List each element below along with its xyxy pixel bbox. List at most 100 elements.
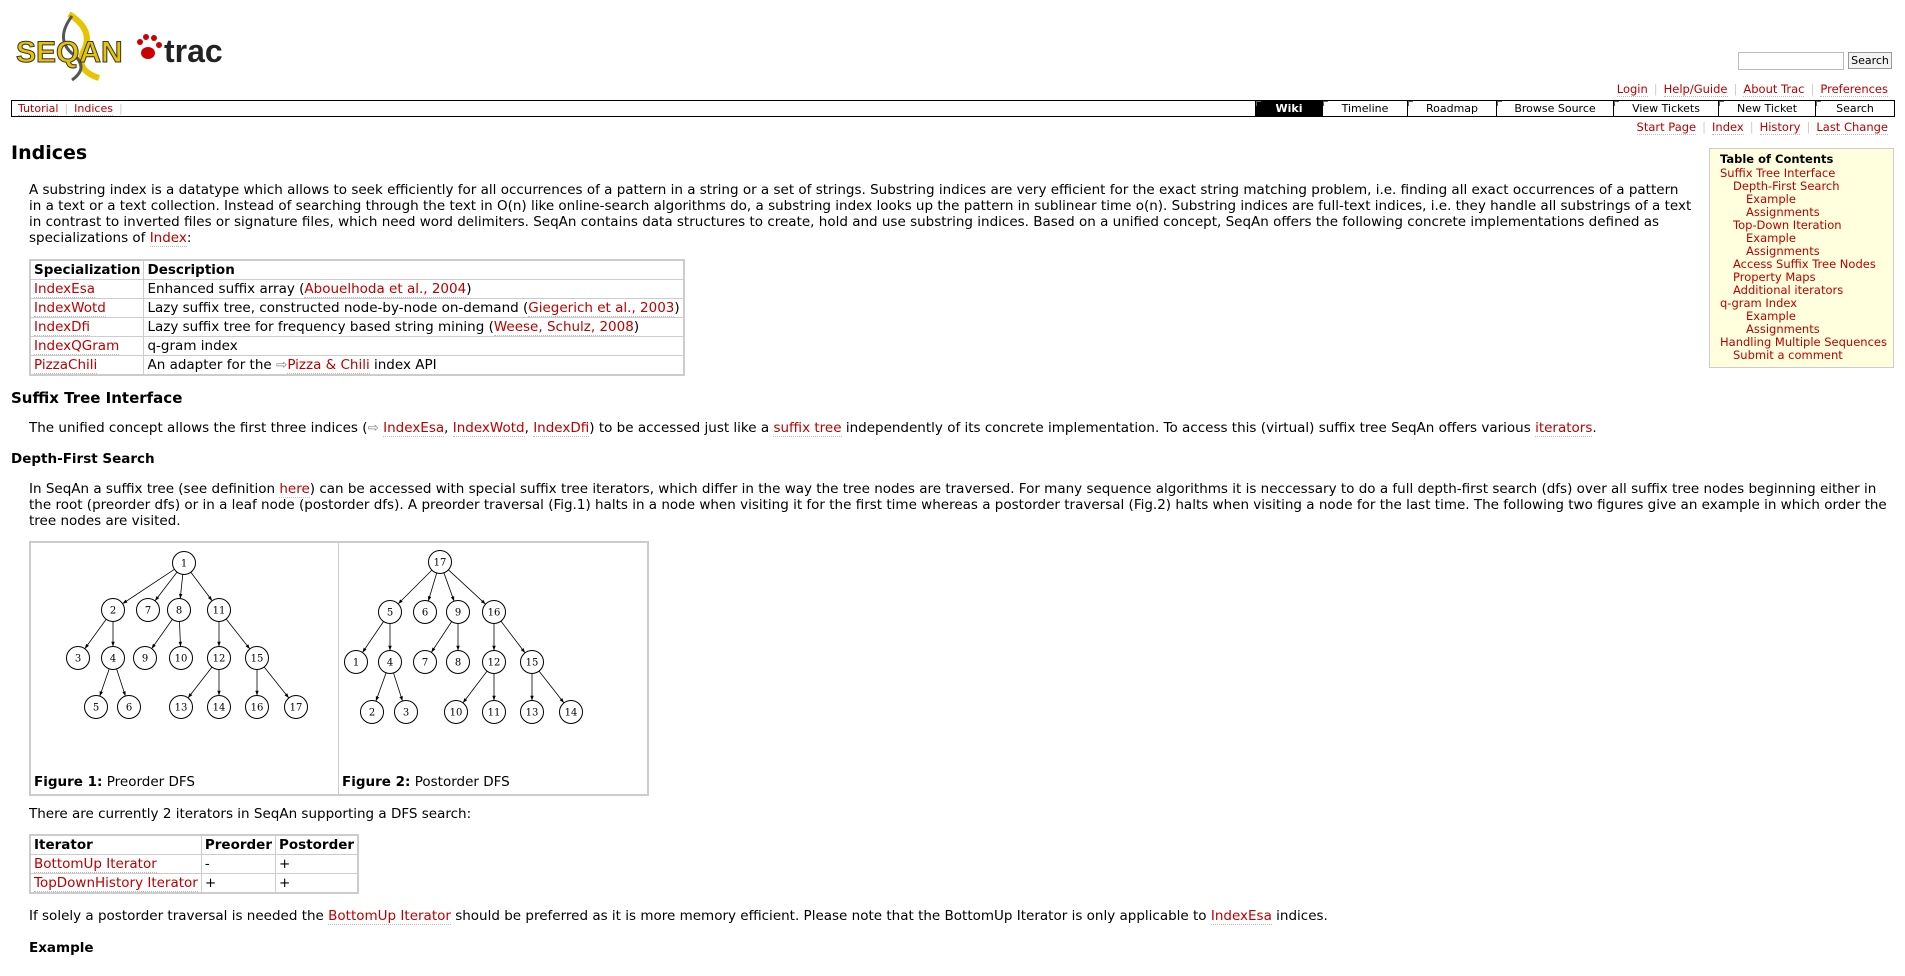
column-header: Specialization xyxy=(29,259,145,280)
tree-edge xyxy=(151,619,173,649)
figure-2-caption: Figure 2: Postorder DFS xyxy=(342,774,510,790)
search-input[interactable] xyxy=(1738,52,1844,70)
paragraph-text: independently of its concrete implementa… xyxy=(841,420,1536,436)
index-esa-link[interactable]: IndexEsa xyxy=(34,281,96,298)
description-text: Lazy suffix tree, constructed node-by-no… xyxy=(147,300,529,316)
svg-text:10: 10 xyxy=(175,654,188,665)
tree-node: 14 xyxy=(559,700,583,724)
table-row: IndexWotd Lazy suffix tree, constructed … xyxy=(29,298,685,318)
suffix-tree-heading: Suffix Tree Interface xyxy=(11,389,183,407)
bottomup-iterator-link[interactable]: BottomUp Iterator xyxy=(328,908,451,925)
preorder-cell: - xyxy=(200,854,276,874)
tree-node: 11 xyxy=(207,598,231,622)
tree-node: 17 xyxy=(428,550,452,574)
table-row: IndexQGram q-gram index xyxy=(29,336,685,356)
index-dfi-link[interactable]: IndexDfi xyxy=(533,420,590,437)
column-header: Description xyxy=(143,259,685,280)
preorder-cell: + xyxy=(200,873,276,894)
toc-item[interactable]: Submit a comment xyxy=(1733,349,1843,362)
iterators-link[interactable]: iterators xyxy=(1535,420,1593,437)
tab-search[interactable]: Search xyxy=(1815,101,1894,116)
tree-node: 5 xyxy=(84,695,108,719)
svg-text:8: 8 xyxy=(455,658,461,669)
svg-text:7: 7 xyxy=(145,606,151,617)
description-text: Enhanced suffix array ( xyxy=(147,281,305,297)
arrowhead xyxy=(450,596,455,602)
about-trac-link[interactable]: About Trac xyxy=(1743,82,1805,97)
preorder-tree-diagram: 12 7 8 113 4 9 10 12 155 6 13 14 16 17 xyxy=(66,551,308,719)
preferences-link[interactable]: Preferences xyxy=(1820,82,1888,97)
tree-node: 16 xyxy=(482,600,506,624)
paragraph-text: If solely a postorder traversal is neede… xyxy=(29,908,329,924)
svg-text:5: 5 xyxy=(387,608,393,619)
index-esa-link[interactable]: IndexEsa xyxy=(383,420,445,437)
example-heading: Example xyxy=(29,940,94,956)
svg-text:14: 14 xyxy=(565,708,578,719)
tab-timeline[interactable]: Timeline xyxy=(1322,101,1407,116)
arrowhead xyxy=(111,641,115,647)
description-text: index API xyxy=(369,357,437,373)
svg-text:2: 2 xyxy=(369,708,375,719)
paragraph-text: should be preferred as it is more memory… xyxy=(450,908,1211,924)
tutorial-link[interactable]: Tutorial xyxy=(18,102,59,116)
suffix-tree-paragraph: The unified concept allows the first thr… xyxy=(29,420,1889,437)
history-link[interactable]: History xyxy=(1759,120,1801,135)
intro-text: A substring index is a datatype which al… xyxy=(29,182,1692,246)
svg-text:7: 7 xyxy=(422,658,428,669)
arrowhead xyxy=(217,690,221,696)
description-text: Lazy suffix tree for frequency based str… xyxy=(147,319,494,335)
index-link[interactable]: Index xyxy=(1712,120,1744,135)
svg-text:3: 3 xyxy=(403,708,409,719)
figure-1: 1 2 7 8 11 3 4 9 10 12 15 5 6 13 14 16 17 Figure 1: Preo… xyxy=(31,543,339,794)
tree-edge xyxy=(190,571,213,602)
here-link[interactable]: here xyxy=(279,481,310,498)
tab-wiki[interactable]: Wiki xyxy=(1255,101,1322,116)
index-esa-link[interactable]: IndexEsa xyxy=(1210,908,1272,925)
seqan-trac-logo[interactable]: SEQAN trac xyxy=(14,10,230,82)
tree-edge xyxy=(462,670,488,704)
last-change-link[interactable]: Last Change xyxy=(1816,120,1888,135)
start-page-link[interactable]: Start Page xyxy=(1636,120,1697,135)
suffix-tree-link[interactable]: suffix tree xyxy=(773,420,842,437)
tab-new-ticket[interactable]: New Ticket xyxy=(1718,101,1815,116)
bottomup-iterator-link[interactable]: BottomUp Iterator xyxy=(34,856,157,873)
index-concept-link[interactable]: Index xyxy=(149,230,187,247)
table-row: BottomUp Iterator - + xyxy=(29,854,359,874)
svg-text:16: 16 xyxy=(488,608,501,619)
search-button[interactable]: Search xyxy=(1848,52,1892,69)
index-wotd-link[interactable]: IndexWotd xyxy=(452,420,525,437)
svg-text:17: 17 xyxy=(434,558,447,569)
postorder-cell: + xyxy=(274,854,359,874)
tree-node: 13 xyxy=(169,695,193,719)
citation-link[interactable]: Weese, Schulz, 2008 xyxy=(493,319,634,336)
tab-view-tickets[interactable]: View Tickets xyxy=(1613,101,1718,116)
topdownhistory-iterator-link[interactable]: TopDownHistory Iterator xyxy=(34,875,198,892)
table-row: IndexEsa Enhanced suffix array (Abouelho… xyxy=(29,279,685,299)
tree-node: 2 xyxy=(360,700,384,724)
tree-edge xyxy=(84,619,107,649)
pizza-chili-link[interactable]: PizzaChili xyxy=(34,357,98,374)
table-of-contents: Table of Contents Suffix Tree Interface D… xyxy=(1709,148,1894,368)
description-text: An adapter for the xyxy=(147,357,276,373)
tree-edge xyxy=(362,621,384,653)
tree-edge xyxy=(187,666,213,699)
tree-node: 8 xyxy=(446,650,470,674)
figure-label: Figure 2: xyxy=(342,774,411,790)
figure-2: 17 5 6 9 16 1 4 7 8 12 15 2 3 10 11 13 14 Figure 2: Post… xyxy=(339,543,647,794)
citation-link[interactable]: Giegerich et al., 2003 xyxy=(528,300,675,317)
pizza-chili-external-link[interactable]: Pizza & Chili xyxy=(287,357,370,374)
citation-link[interactable]: Abouelhoda et al., 2004 xyxy=(304,281,467,298)
index-qgram-link[interactable]: IndexQGram xyxy=(34,338,120,355)
indices-link[interactable]: Indices xyxy=(74,102,113,116)
tree-edge xyxy=(500,620,526,654)
figure-caption-text: Postorder DFS xyxy=(410,774,510,790)
tab-browse-source[interactable]: Browse Source xyxy=(1496,101,1613,116)
index-wotd-link[interactable]: IndexWotd xyxy=(34,300,106,317)
index-dfi-link[interactable]: IndexDfi xyxy=(34,319,91,336)
paragraph-text: In SeqAn a suffix tree (see definition xyxy=(29,481,280,497)
tab-roadmap[interactable]: Roadmap xyxy=(1407,101,1496,116)
svg-text:9: 9 xyxy=(142,654,148,665)
help-guide-link[interactable]: Help/Guide xyxy=(1663,82,1728,97)
login-link[interactable]: Login xyxy=(1616,82,1648,97)
tree-node: 5 xyxy=(378,600,402,624)
